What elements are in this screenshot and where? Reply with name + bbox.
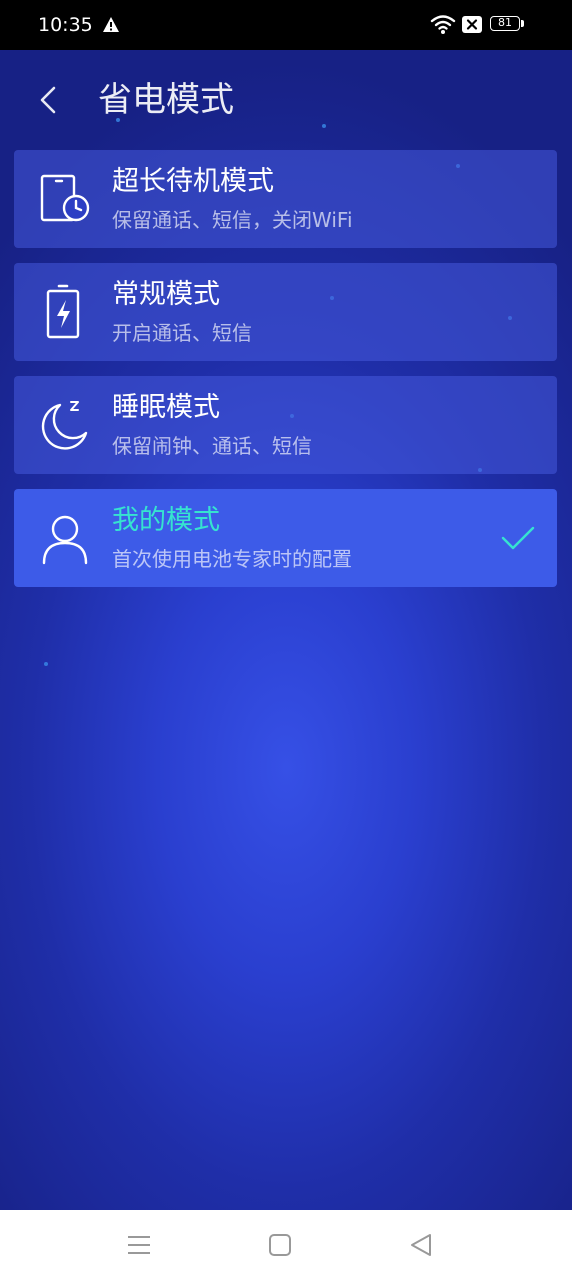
battery-level: 81 (490, 16, 520, 31)
moon-sleep-icon (41, 401, 88, 450)
mode-description: 首次使用电池专家时的配置 (112, 547, 352, 571)
mode-card-sleep[interactable]: 睡眠模式 保留闹钟、通话、短信 (14, 376, 557, 474)
mode-title: 超长待机模式 (112, 166, 274, 197)
sim-off-icon (462, 16, 482, 33)
battery-tip (521, 20, 524, 27)
chevron-left-icon[interactable] (36, 80, 60, 120)
back-triangle-icon[interactable] (408, 1232, 434, 1258)
mode-description: 保留通话、短信，关闭WiFi (112, 208, 353, 232)
mode-title: 我的模式 (112, 505, 220, 536)
navigation-bar (0, 1210, 572, 1280)
battery-charge-icon (46, 284, 80, 339)
menu-icon[interactable] (126, 1232, 152, 1258)
power-saving-screen: 10:35 81 省电模式 超长待机模式 保留通话、短信，关闭WiFi 常规模式… (0, 0, 572, 1280)
status-time: 10:35 (38, 14, 93, 36)
mode-card-normal[interactable]: 常规模式 开启通话、短信 (14, 263, 557, 361)
mode-description: 保留闹钟、通话、短信 (112, 434, 312, 458)
page-title: 省电模式 (98, 80, 234, 120)
mode-card-ultra-standby[interactable]: 超长待机模式 保留通话、短信，关闭WiFi (14, 150, 557, 248)
check-icon (501, 526, 535, 550)
warning-icon (103, 17, 119, 32)
wifi-icon (430, 15, 456, 34)
status-bar: 10:35 81 (0, 0, 572, 50)
battery-icon: 81 (490, 16, 524, 33)
home-icon[interactable] (267, 1232, 293, 1258)
mode-title: 睡眠模式 (112, 392, 220, 423)
phone-clock-icon (40, 174, 90, 222)
mode-card-my-mode[interactable]: 我的模式 首次使用电池专家时的配置 (14, 489, 557, 587)
header: 省电模式 (0, 50, 572, 146)
mode-description: 开启通话、短信 (112, 321, 252, 345)
decor-dot (44, 662, 48, 666)
mode-title: 常规模式 (112, 279, 220, 310)
person-icon (42, 515, 88, 565)
